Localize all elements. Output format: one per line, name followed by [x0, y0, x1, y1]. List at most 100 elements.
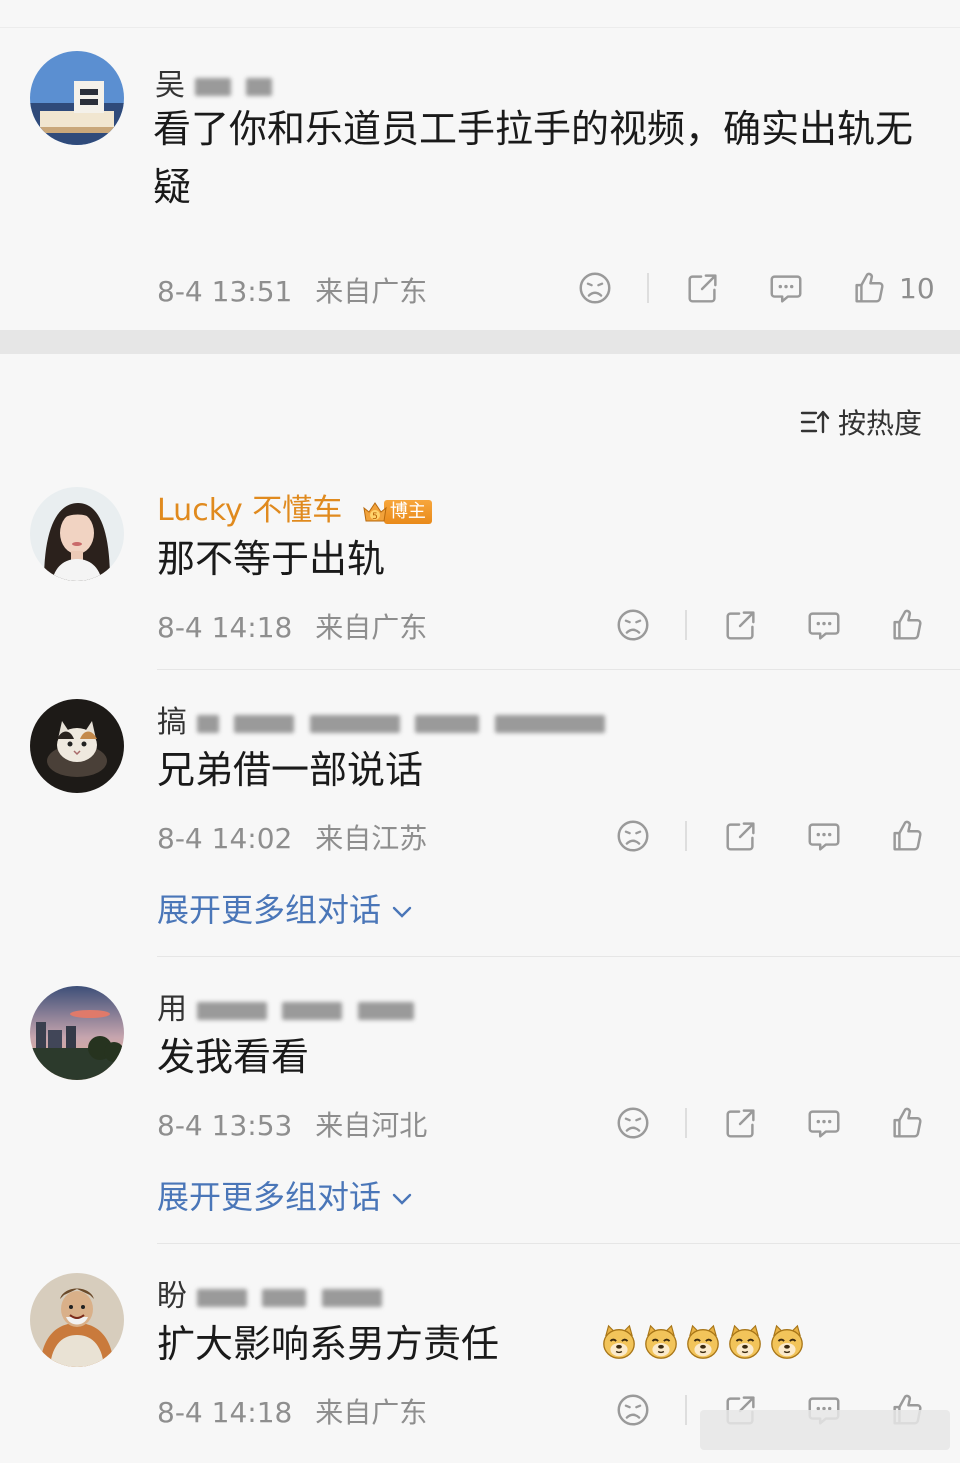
share-icon: [684, 269, 722, 307]
dislike-button[interactable]: [613, 1390, 653, 1430]
share-icon: [722, 606, 760, 644]
dislike-button[interactable]: [613, 1103, 653, 1143]
share-button[interactable]: [721, 605, 761, 645]
comment-actions: [613, 816, 927, 856]
dislike-icon: [614, 1104, 652, 1142]
comment-meta: 8-4 14:02 来自江苏: [157, 817, 427, 857]
avatar[interactable]: [30, 986, 124, 1080]
comment-meta: 8-4 13:51 来自广东: [157, 270, 427, 310]
expand-label: 展开更多组对话: [157, 891, 382, 929]
doge-emoji-icon: [768, 1323, 806, 1361]
avatar[interactable]: [30, 1273, 124, 1367]
dislike-button[interactable]: [575, 268, 615, 308]
comments-list: [0, 354, 960, 1463]
redacted-text: [309, 714, 400, 733]
username[interactable]: 搞: [157, 697, 611, 741]
comment-icon: [805, 606, 843, 644]
redacted-text: [282, 1001, 343, 1020]
username-text: 用: [157, 992, 187, 1027]
redacted-text: [196, 1288, 247, 1307]
redacted-text: [262, 1288, 307, 1307]
comment-body: 兄弟借一部说话: [157, 748, 424, 792]
username[interactable]: 用: [157, 984, 420, 1028]
row-divider: [157, 1243, 960, 1244]
dislike-icon: [614, 817, 652, 855]
username[interactable]: 吴: [155, 60, 278, 104]
share-icon: [722, 1104, 760, 1142]
thumbs-up-icon: [888, 817, 926, 855]
thumbs-up-icon: [888, 1104, 926, 1142]
expand-label: 展开更多组对话: [157, 1178, 382, 1216]
like-button[interactable]: [887, 816, 927, 856]
location: 来自广东: [315, 611, 428, 644]
dislike-button[interactable]: [613, 816, 653, 856]
comment-actions: [613, 605, 927, 645]
timestamp: 8-4 13:53: [157, 1109, 293, 1142]
thumbs-up-icon: [888, 606, 926, 644]
comment-actions: [613, 1103, 927, 1143]
reply-button[interactable]: [804, 1103, 844, 1143]
reply-button[interactable]: [804, 605, 844, 645]
row-divider: [157, 956, 960, 957]
avatar[interactable]: [30, 51, 124, 145]
crown-icon: 5: [363, 501, 387, 522]
username[interactable]: Lucky 不懂车 5 博主: [157, 485, 432, 529]
comment-body: 那不等于出轨: [157, 537, 386, 581]
avatar[interactable]: [30, 487, 124, 581]
comment-meta: 8-4 14:18 来自广东: [157, 606, 427, 646]
original-comment: 吴 看了你和乐道员工手拉手的视频，确实出轨无疑 8-4 13:51 来自广东 1…: [0, 28, 960, 330]
doge-emoji-icon: [642, 1323, 680, 1361]
username-text: 搞: [157, 705, 187, 740]
redacted-text: [234, 714, 295, 733]
dislike-button[interactable]: [613, 605, 653, 645]
timestamp: 8-4 13:51: [157, 275, 293, 308]
timestamp: 8-4 14:02: [157, 822, 293, 855]
comment-icon: [805, 817, 843, 855]
redacted-text: [494, 714, 605, 733]
redacted-text: [357, 1001, 414, 1020]
dislike-icon: [576, 269, 614, 307]
action-separator: [685, 1395, 687, 1425]
expand-replies-link[interactable]: 展开更多组对话: [157, 885, 413, 931]
comment-meta: 8-4 14:18 来自广东: [157, 1391, 427, 1431]
comment-meta: 8-4 13:53 来自河北: [157, 1104, 427, 1144]
share-button[interactable]: [683, 268, 723, 308]
like-button[interactable]: [887, 1103, 927, 1143]
doge-emoji-icon: [726, 1323, 764, 1361]
dislike-icon: [614, 1391, 652, 1429]
row-divider: [157, 669, 960, 670]
doge-emoji-icon: [684, 1323, 722, 1361]
reply-button[interactable]: [766, 268, 806, 308]
comment-actions: 10: [575, 268, 935, 308]
expand-replies-link[interactable]: 展开更多组对话: [157, 1172, 413, 1218]
share-button[interactable]: [721, 1103, 761, 1143]
thumbs-up-icon: [850, 269, 888, 307]
action-separator: [685, 610, 687, 640]
doge-emoji-icon: [600, 1323, 638, 1361]
redacted-text: [196, 714, 219, 733]
redacted-text: [194, 77, 231, 96]
action-separator: [647, 273, 649, 303]
redacted-text: [196, 1001, 267, 1020]
timestamp: 8-4 14:18: [157, 611, 293, 644]
avatar[interactable]: [30, 699, 124, 793]
redacted-text: [415, 714, 480, 733]
like-count: 10: [899, 271, 935, 305]
dislike-icon: [614, 606, 652, 644]
like-button[interactable]: [887, 605, 927, 645]
like-button[interactable]: [849, 268, 889, 308]
sort-toggle[interactable]: 按热度: [800, 402, 922, 442]
share-button[interactable]: [721, 816, 761, 856]
top-strip: [0, 0, 960, 28]
action-separator: [685, 1108, 687, 1138]
comment-body: 扩大影响系男方责任: [157, 1322, 500, 1366]
username-text: 盼: [157, 1279, 187, 1314]
emoji-row: [600, 1323, 806, 1361]
sort-label: 按热度: [837, 407, 922, 440]
reply-button[interactable]: [804, 816, 844, 856]
blogger-badge: 5 博主: [362, 499, 432, 525]
timestamp: 8-4 14:18: [157, 1396, 293, 1429]
username[interactable]: 盼: [157, 1271, 388, 1315]
chevron-down-icon: [392, 906, 412, 918]
badge-level: 5: [372, 512, 378, 522]
